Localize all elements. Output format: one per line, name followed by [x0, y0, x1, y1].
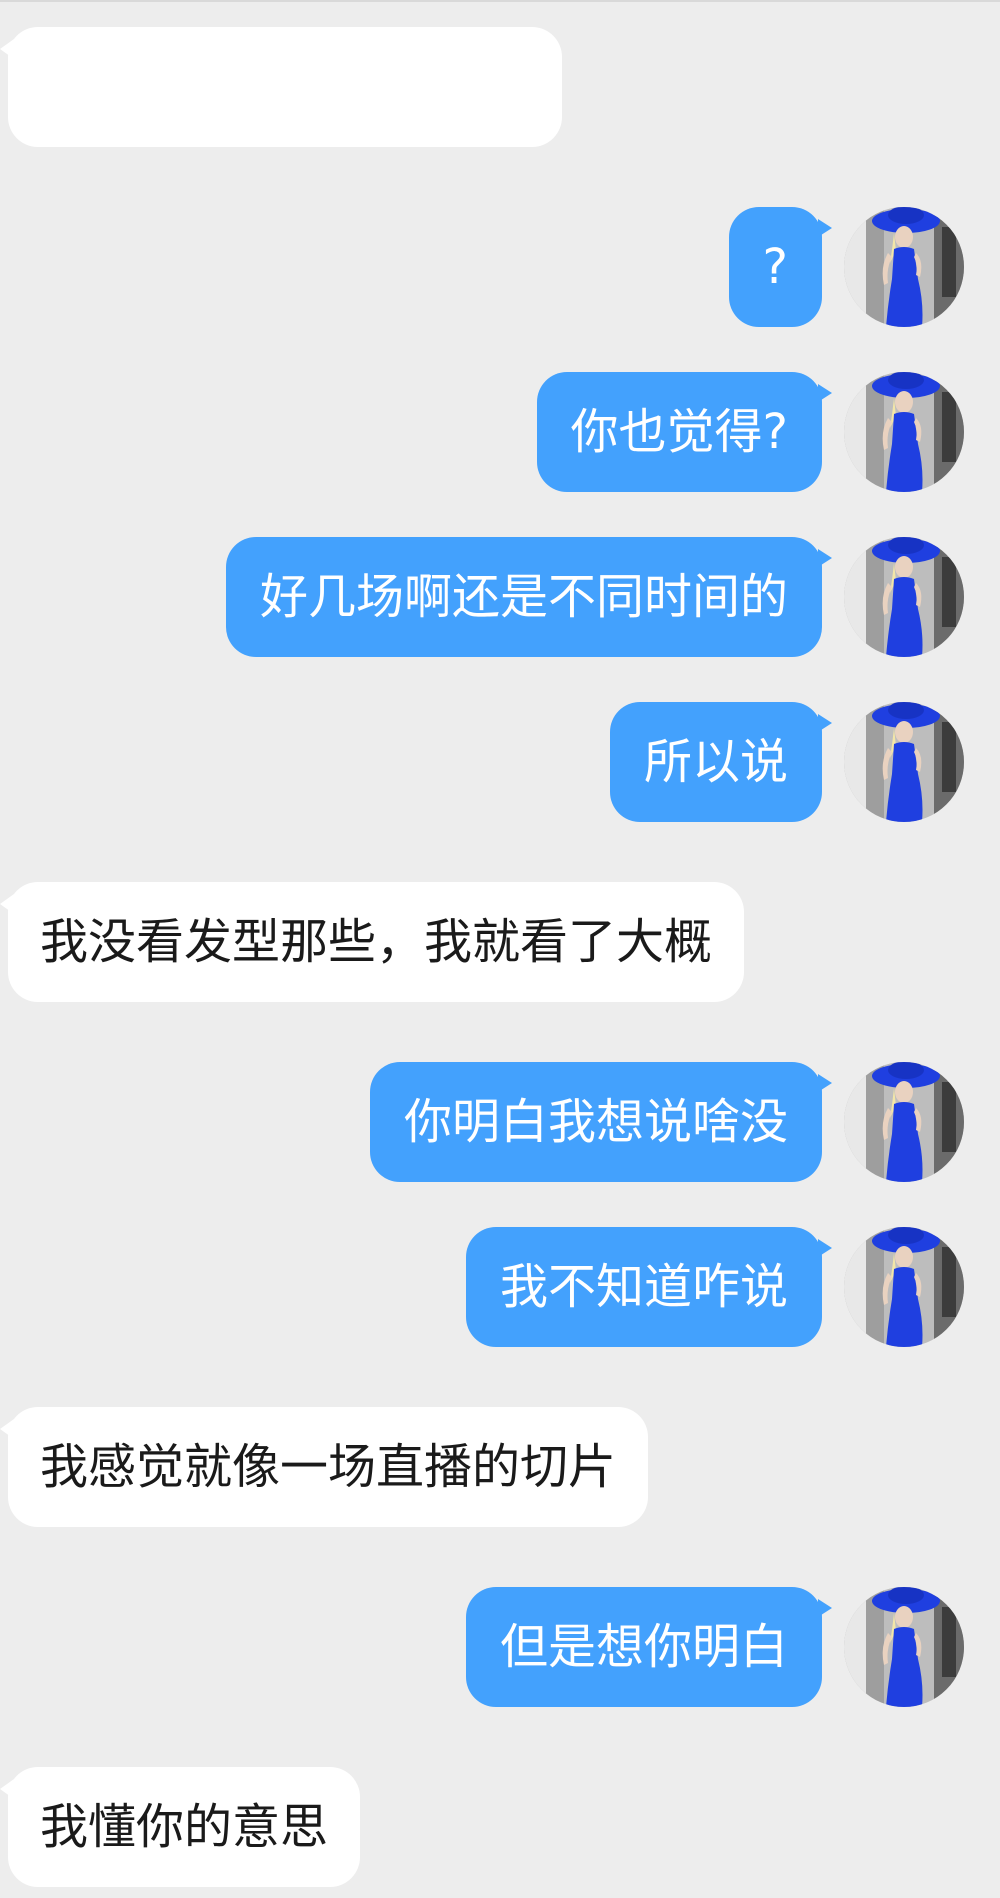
message-bubble-outgoing[interactable]: ? — [728, 207, 833, 327]
avatar-photo-icon[interactable] — [844, 1227, 964, 1347]
message-bubble-outgoing[interactable]: 但是想你明白 — [465, 1587, 833, 1707]
avatar-photo-icon[interactable] — [844, 702, 964, 822]
message-bubble-outgoing[interactable]: 好几场啊还是不同时间的 — [225, 537, 833, 657]
message-bubble-incoming[interactable]: 我感觉就像一场直播的切片 — [0, 1407, 649, 1527]
avatar-photo-icon[interactable] — [844, 207, 964, 327]
message-bubble-incoming[interactable]: 我懂你的意思 — [0, 1767, 361, 1887]
avatar-photo-icon[interactable] — [844, 537, 964, 657]
message-bubble-outgoing[interactable]: 你也觉得? — [536, 372, 833, 492]
avatar-photo-icon[interactable] — [844, 372, 964, 492]
top-divider — [0, 0, 1000, 2]
message-bubble-outgoing[interactable]: 你明白我想说啥没 — [369, 1062, 833, 1182]
message-bubble-incoming[interactable] — [0, 27, 562, 147]
avatar-photo-icon[interactable] — [844, 1587, 964, 1707]
message-bubble-outgoing[interactable]: 所以说 — [609, 702, 833, 822]
message-bubble-incoming[interactable]: 我没看发型那些，我就看了大概 — [0, 882, 745, 1002]
message-bubble-outgoing[interactable]: 我不知道咋说 — [465, 1227, 833, 1347]
avatar-photo-icon[interactable] — [844, 1062, 964, 1182]
